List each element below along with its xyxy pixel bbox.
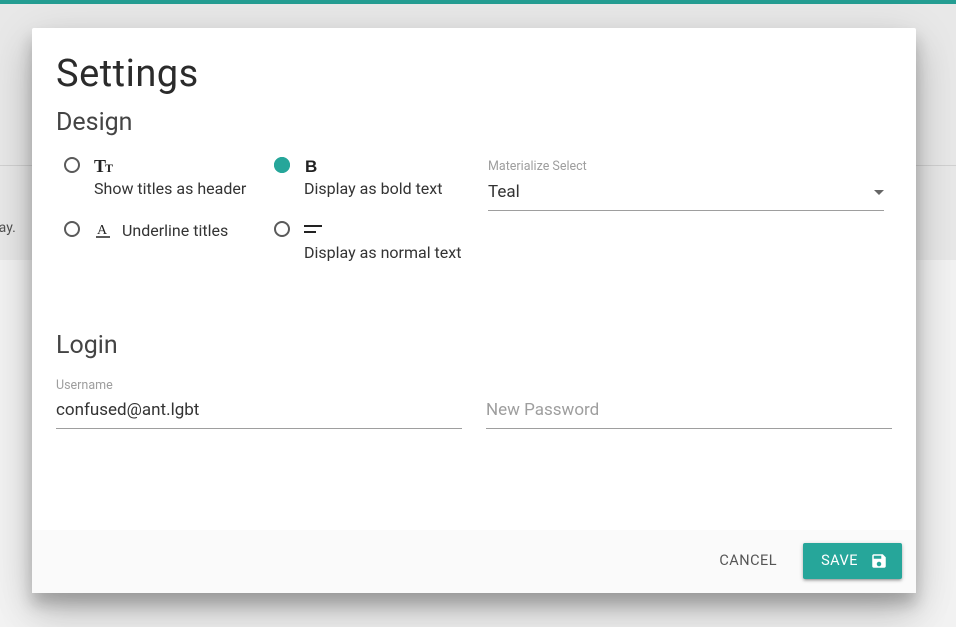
password-field-wrap	[486, 378, 892, 429]
radio-indicator	[274, 157, 290, 173]
save-button[interactable]: SAVE	[803, 543, 902, 579]
select-value: Teal	[488, 182, 520, 202]
modal-footer: CANCEL SAVE	[32, 530, 916, 593]
svg-text:T: T	[105, 161, 113, 175]
username-input[interactable]	[56, 396, 462, 429]
username-label: Username	[56, 378, 113, 393]
design-heading: Design	[56, 108, 892, 137]
design-column-1: TT Show titles as header A Underline tit…	[56, 155, 266, 261]
login-heading: Login	[56, 331, 892, 360]
design-column-3: Materialize Select Teal	[476, 155, 892, 211]
username-field-wrap: Username	[56, 378, 462, 429]
chevron-down-icon	[874, 190, 884, 195]
modal-title: Settings	[56, 52, 892, 96]
radio-indicator	[64, 157, 80, 173]
radio-label: Display as bold text	[304, 177, 442, 201]
design-options-row: TT Show titles as header A Underline tit…	[56, 155, 892, 283]
design-column-2: B Display as bold text Display as normal…	[266, 155, 476, 283]
color-select[interactable]: Teal	[488, 178, 884, 211]
title-icon: TT	[94, 155, 116, 177]
save-button-label: SAVE	[821, 552, 858, 569]
radio-label: Show titles as header	[94, 177, 246, 201]
underline-icon: A	[94, 219, 112, 241]
cancel-button[interactable]: CANCEL	[703, 542, 793, 579]
radio-display-normal[interactable]: Display as normal text	[274, 219, 468, 265]
bold-icon: B	[304, 155, 320, 177]
text-icon	[304, 219, 322, 241]
radio-display-bold[interactable]: B Display as bold text	[274, 155, 468, 201]
radio-indicator	[64, 221, 80, 237]
radio-underline-titles[interactable]: A Underline titles	[64, 219, 258, 243]
radio-indicator	[274, 221, 290, 237]
svg-text:B: B	[305, 157, 317, 175]
password-input[interactable]	[486, 396, 892, 429]
radio-show-titles-header[interactable]: TT Show titles as header	[64, 155, 258, 201]
svg-text:A: A	[97, 223, 108, 238]
radio-label: Underline titles	[122, 219, 228, 243]
radio-label: Display as normal text	[304, 241, 461, 265]
save-icon	[870, 552, 888, 570]
select-label: Materialize Select	[488, 159, 884, 174]
settings-modal: Settings Design TT Show titles as header	[32, 28, 916, 593]
login-row: Username	[56, 378, 892, 429]
